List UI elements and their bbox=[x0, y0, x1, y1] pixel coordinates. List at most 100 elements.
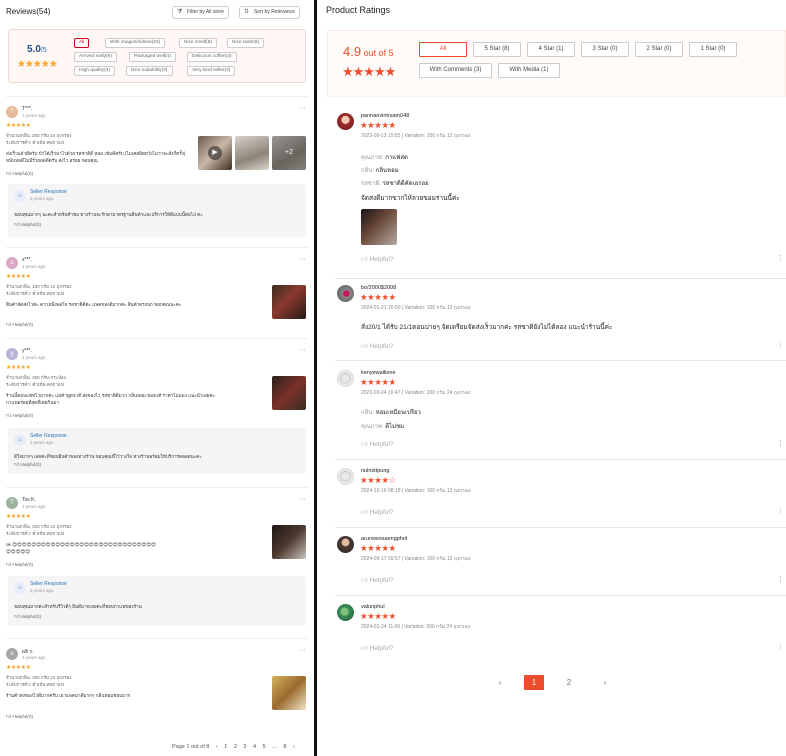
helpful-button[interactable]: 👍︎ Helpful(0) bbox=[6, 414, 33, 419]
screen: Reviews(54) ⧩ Filter by All store ⇅ Sort… bbox=[0, 0, 786, 756]
review-roast: ระดับการคั่ว: คั่วเข้ม-คอกาแฟ bbox=[6, 382, 64, 387]
more-options-icon[interactable]: ⋯ bbox=[299, 346, 306, 354]
divider bbox=[335, 595, 786, 596]
sort-button[interactable]: ⇅ Sort by Relevance bbox=[239, 6, 300, 19]
rating-summary: 5.0/5 ★★★★★ All With images/videos(33) N… bbox=[8, 29, 306, 83]
avatar bbox=[337, 113, 354, 130]
filter-all-button[interactable]: All bbox=[419, 42, 467, 57]
review-item: T Tos K. 3 years ago ⋯ ★★★★★ จำนวน/กลิ่น… bbox=[6, 495, 308, 627]
avatar bbox=[337, 285, 354, 302]
page-link[interactable]: 3 bbox=[243, 744, 246, 750]
more-options-icon[interactable]: ⋯ bbox=[299, 104, 306, 112]
filter-with-media-button[interactable]: With Media (1) bbox=[498, 63, 560, 78]
rating-item: bo/2000$2008 ★★★★★ 2024-01-21 16:50 | Va… bbox=[335, 285, 786, 355]
more-options-icon[interactable]: ⋯ bbox=[299, 646, 306, 654]
helpful-button[interactable]: 👍︎ Helpful(0) bbox=[14, 463, 41, 468]
more-options-icon[interactable]: ⋮ bbox=[777, 439, 784, 447]
helpful-button[interactable]: 👍︎ Helpful(0) bbox=[6, 563, 33, 568]
more-options-icon[interactable]: ⋮ bbox=[777, 254, 784, 262]
helpful-button[interactable]: 👍︎ Helpful(0) bbox=[14, 615, 41, 620]
review-image-thumbnail[interactable]: +2 bbox=[272, 136, 306, 170]
helpful-button[interactable]: 👍︎ Helpful? bbox=[361, 342, 393, 350]
chip-very-kind-seller[interactable]: Very kind seller(3) bbox=[187, 66, 236, 76]
filter-5-star-button[interactable]: 5 Star (8) bbox=[473, 42, 521, 57]
chip-arrived-early[interactable]: Arrived early(9) bbox=[74, 52, 117, 62]
reviewer-name: valunphul bbox=[361, 604, 385, 610]
divider bbox=[335, 527, 786, 528]
filter-with-comments-button[interactable]: With Comments (3) bbox=[419, 63, 492, 78]
filter-4-star-button[interactable]: 4 Star (1) bbox=[527, 42, 575, 57]
helpful-button[interactable]: 👍︎ Helpful(0) bbox=[6, 715, 33, 720]
review-stars: ★★★★★ bbox=[360, 377, 396, 387]
prev-page-button[interactable]: ‹ bbox=[494, 675, 506, 690]
review-meta: 2024-01-21 16:50 | Variation: 100 กรัม 1… bbox=[361, 305, 471, 311]
filter-store-button[interactable]: ⧩ Filter by All store bbox=[172, 6, 229, 19]
chip-nice-suitability[interactable]: Nice suitability(3) bbox=[126, 66, 173, 76]
review-attribute: กลิ่น: กลิ่นหอม bbox=[361, 168, 399, 174]
review-video-thumbnail[interactable]: ▶ bbox=[198, 136, 232, 170]
chip-all[interactable]: All bbox=[74, 38, 90, 48]
helpful-button[interactable]: 👍︎ Helpful(0) bbox=[6, 172, 33, 177]
rating-item: ◯ kenyewalliene ★★★★★ 2023-03-04 16:47 |… bbox=[335, 370, 786, 452]
product-ratings-title: Product Ratings bbox=[326, 5, 391, 15]
review-meta: 2023-09-13 15:55 | Variation: 100 กรัม 1… bbox=[361, 133, 471, 139]
more-options-icon[interactable]: ⋮ bbox=[777, 341, 784, 349]
page-link[interactable]: 2 bbox=[561, 675, 577, 690]
review-image-thumbnail[interactable] bbox=[235, 136, 269, 170]
more-options-icon[interactable]: ⋯ bbox=[299, 495, 306, 503]
helpful-button[interactable]: 👍︎ Helpful? bbox=[361, 255, 393, 263]
review-text: ok 😍😍😍😍😍😍😍😍😍😍😍😍😍😍😍😍😍😍😍😍😍😍😍😍😍😍😍😍😍😍 bbox=[6, 542, 156, 547]
review-image-thumbnail[interactable] bbox=[272, 285, 306, 319]
rating-stars: ★★★★★ bbox=[17, 59, 58, 70]
review-image-thumbnail[interactable] bbox=[361, 209, 397, 245]
chip-nice-smell[interactable]: Nice smell(8) bbox=[179, 38, 217, 48]
seller-response-text: ดีใจมากๆ เลยค่ะที่ชอบสินค้าของทางร้าน ขอ… bbox=[14, 454, 202, 459]
next-page-button[interactable]: › bbox=[599, 675, 611, 690]
filter-2-star-button[interactable]: 2 Star (0) bbox=[635, 42, 683, 57]
more-options-icon[interactable]: ⋯ bbox=[299, 255, 306, 263]
thumbs-up-icon: 👍︎ bbox=[361, 577, 370, 584]
more-options-icon[interactable]: ⋮ bbox=[777, 507, 784, 515]
helpful-button[interactable]: 👍︎ Helpful? bbox=[361, 440, 393, 448]
helpful-button[interactable]: 👍︎ Helpful(0) bbox=[6, 323, 33, 328]
filter-3-star-button[interactable]: 3 Star (0) bbox=[581, 42, 629, 57]
divider bbox=[6, 638, 308, 639]
review-image-thumbnail[interactable] bbox=[272, 525, 306, 559]
chip-images-videos[interactable]: With images/videos(33) bbox=[105, 38, 166, 48]
helpful-button[interactable]: 👍︎ Helpful? bbox=[361, 576, 393, 584]
pagination: ‹ 1 2 › bbox=[320, 675, 786, 691]
review-stars: ★★★★★ bbox=[6, 123, 31, 129]
review-date: 3 years ago bbox=[22, 264, 46, 269]
next-page-button[interactable]: › bbox=[293, 744, 295, 750]
review-meta: 2024-01-24 11:06 | Variation: 200 กรัม 2… bbox=[361, 624, 471, 630]
review-roast: ระดับการคั่ว: คั่วเข้ม-คอกาแฟ bbox=[6, 531, 64, 536]
chip-delicious-coffee[interactable]: Delicious coffee(3) bbox=[187, 52, 237, 62]
product-ratings-panel: Product Ratings 4.9 out of 5 ★★★★★ All 5… bbox=[320, 0, 786, 756]
review-stars: ★★★★★ bbox=[360, 292, 396, 302]
review-image-thumbnail[interactable] bbox=[272, 376, 306, 410]
helpful-button[interactable]: 👍︎ Helpful? bbox=[361, 508, 393, 516]
page-link[interactable]: 8 bbox=[283, 744, 286, 750]
more-options-icon[interactable]: ⋮ bbox=[777, 643, 784, 651]
review-variant: จำนวน/กลิ่น: 200 กรัม-กระป๋อง bbox=[6, 375, 66, 380]
more-media-count: +2 bbox=[272, 136, 306, 170]
reviewer-name: arunwessaengphol bbox=[361, 536, 408, 542]
prev-page-button[interactable]: ‹ bbox=[216, 744, 218, 750]
chip-packaged-well[interactable]: Packaged well(4) bbox=[129, 52, 176, 62]
page-link-active[interactable]: 1 bbox=[524, 675, 544, 690]
reviewer-name: y***. bbox=[22, 348, 32, 354]
more-options-icon[interactable]: ⋮ bbox=[777, 575, 784, 583]
page-link[interactable]: 4 bbox=[253, 744, 256, 750]
filter-1-star-button[interactable]: 1 Star (0) bbox=[689, 42, 737, 57]
helpful-button[interactable]: 👍︎ Helpful? bbox=[361, 644, 393, 652]
review-stars: ★★★★★ bbox=[360, 543, 396, 553]
chip-high-quality[interactable]: High quality(3) bbox=[74, 66, 115, 76]
page-link[interactable]: 5 bbox=[263, 744, 266, 750]
page-link[interactable]: 1 bbox=[224, 744, 227, 750]
chip-nice-taste[interactable]: Nice taste(9) bbox=[227, 38, 265, 48]
reviewer-name: kenyewalliene bbox=[361, 370, 396, 376]
review-image-thumbnail[interactable] bbox=[272, 676, 306, 710]
helpful-button[interactable]: 👍︎ Helpful(0) bbox=[14, 223, 41, 228]
page-link[interactable]: 2 bbox=[234, 744, 237, 750]
avatar: ◯ bbox=[337, 468, 354, 485]
